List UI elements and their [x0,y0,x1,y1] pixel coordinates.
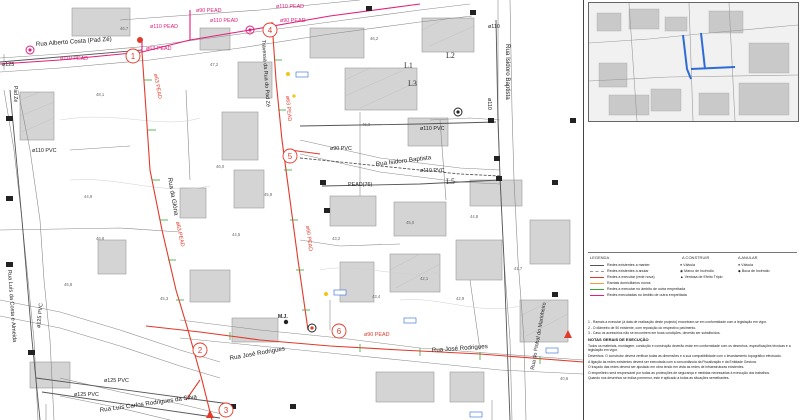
elevation-label: 45,8 [64,282,73,287]
title-panel: LEGENDA A CONSTRUIR A ANULAR Redes exist… [583,0,800,420]
pipe-label: ø90 PEAD [280,18,306,24]
valve-icon [6,116,13,121]
location-keymap[interactable] [588,2,799,122]
valve-legend: ● Válvula [680,263,695,267]
building [19,91,55,141]
pipe-label: ø110 [488,24,500,30]
pipe-label: ø125 PVC [74,392,99,398]
elevation-label: 40,6 [560,376,569,381]
note-item: A ligação às redes existentes deverá ser… [588,359,757,364]
node-label: 2 [198,346,203,355]
elevation-label: 43,2 [332,236,341,241]
note-item: Todos os materiais, montagem, condução e… [588,343,791,353]
valve-legend: ● Válvula [738,263,753,267]
elevation-label: 42,1 [420,276,429,281]
note-item: Quando nos desenhos se indica pormenor, … [588,376,730,381]
drawing-sheet: 1 4 5 6 2 3 Rua Alberto Costa (Pad Zé) P… [0,0,800,420]
street-label: Rua Isidoro Baptista [504,44,511,100]
pipe-label: ø110 PEAD [150,24,178,30]
pipe-label: ø90 PVC [330,146,352,152]
lot-label: L3 [408,79,417,88]
pipe-label: ø110 PEAD [276,4,304,10]
note-item: O traçado das redes deverá ser ajustado … [588,365,745,370]
line-swatch [590,271,604,272]
elevation-label: 47,2 [210,62,219,67]
pipe-label: ø90 PEAD [196,8,222,14]
pipe-label: ø110 PEAD [210,18,238,24]
legend-label: Ventosa de Efeito Triplo [684,275,723,279]
elevation-label: 46,0 [216,164,225,169]
node-label: 5 [288,152,293,161]
elevation-label: 45,0 [406,220,415,225]
elevation-label: 46,3 [362,122,371,127]
elevation-label: 44,8 [470,214,479,219]
node-label: 4 [268,26,273,35]
note-item: 3 - Caso os acessórios não se encontrem … [588,331,721,336]
elevation-label: 46,8 [96,236,105,241]
hydrant-legend: ◉ Marco de Incêndio [680,269,714,273]
elevation-label: 41,7 [514,266,523,271]
note-item: 1 - Ramais a executar (à data de realiza… [588,320,767,324]
elevation-label: 42,9 [456,296,465,301]
pipe-label: ø110 PVC [420,168,445,174]
notes-title: NOTAS GERAIS DE EXECUÇÃO [588,336,649,342]
legend-row: Redes executadas no âmbito de outra empr… [588,293,797,299]
site-plan-map[interactable]: 1 4 5 6 2 3 Rua Alberto Costa (Pad Zé) P… [0,0,583,420]
legend: LEGENDA A CONSTRUIR A ANULAR Redes exist… [588,252,797,319]
pipe-label: ø125 PVC [104,378,129,384]
elevation-label: 46,2 [370,36,379,41]
elevation-label: 45,3 [160,296,169,301]
line-swatch [590,295,604,296]
legend-label: Boca de Incêndio [741,269,770,273]
elevation-label: 45,9 [264,192,273,197]
legend-label: Redes existentes a manter [607,263,650,267]
execution-notes: 1 - Ramais a executar (à data de realiza… [588,320,797,418]
elevation-label: 48,1 [96,92,105,97]
legend-title: LEGENDA [590,255,610,260]
pipe-label: PEAD(76) [348,182,372,188]
legend-label: Redes executadas no âmbito de outra empr… [607,293,687,297]
elevation-label: 44,9 [84,194,93,199]
lot-label: L1 [404,61,413,70]
legend-heading: A CONSTRUIR [682,255,710,260]
line-swatch [590,265,604,266]
note-item: O empreiteiro será responsável por todas… [588,370,771,375]
lot-label: L5 [446,177,455,186]
line-swatch [590,277,604,278]
pipe-label: ø110 PVC [32,148,57,154]
elevation-label: 43,4 [372,294,381,299]
elevation-label: 44,5 [232,232,241,237]
marker-label: M.J. [278,314,288,320]
pipe-label: ø63 PEAD [146,46,172,52]
legend-label: Marco de Incêndio [684,269,714,273]
node-label: 6 [337,327,342,336]
legend-label: Válvula [683,263,695,267]
line-swatch [590,283,604,284]
line-swatch [590,289,604,290]
legend-label: Redes a executar (rede nova) [607,275,655,279]
note-item: 2 - O diâmetro de 50 existente, com repo… [588,325,697,330]
lot-label: L2 [446,51,455,60]
legend-label: Válvula [741,263,753,267]
legend-heading: A ANULAR [738,255,758,260]
node-label: 1 [131,52,136,61]
elevation-label: 46,7 [120,26,129,31]
fire-hydrant-legend: ◆ Boca de Incêndio [738,269,770,273]
pipe-label: ø110 PEAD [60,56,88,62]
street-label: Pad Zé [12,86,18,102]
pipe-label: ø110 [486,98,492,110]
note-item: Desenhos: O construtor deverá verificar … [588,353,782,358]
pipe-label: ø90 PEAD [364,332,390,338]
legend-label: Redes a executar no âmbito de outra empr… [607,287,686,291]
air-valve-legend: ▲ Ventosa de Efeito Triplo [680,275,723,279]
legend-label: Ramais domiciliários novos [607,281,651,285]
legend-label: Redes existentes a anular [607,269,649,273]
node-label: 3 [224,406,229,415]
pipe-label: ø110 PVC [420,126,445,132]
